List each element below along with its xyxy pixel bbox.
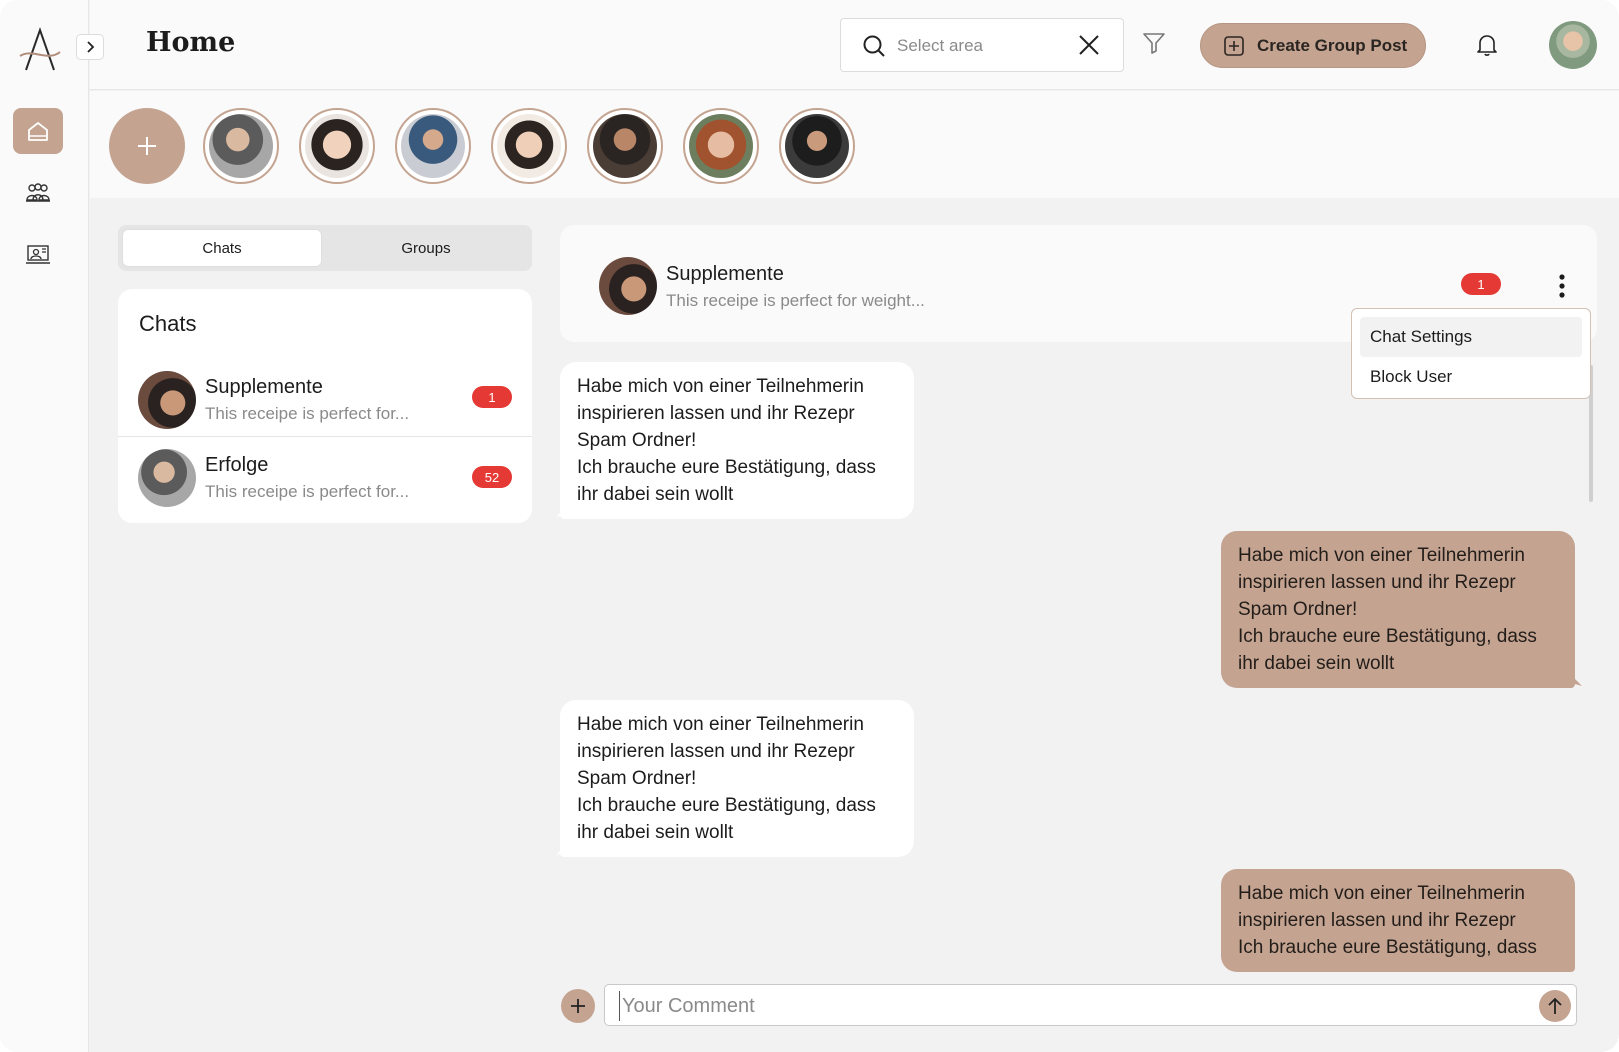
tab-groups[interactable]: Groups bbox=[326, 229, 526, 267]
menu-item-chat-settings[interactable]: Chat Settings bbox=[1360, 317, 1582, 357]
conversation-preview: This receipe is perfect for weight... bbox=[666, 291, 925, 310]
chat-name: Supplemente bbox=[205, 376, 323, 398]
area-search[interactable] bbox=[840, 18, 1124, 72]
kebab-icon[interactable] bbox=[1557, 273, 1567, 299]
close-icon[interactable] bbox=[1078, 34, 1100, 56]
comment-input[interactable] bbox=[619, 991, 1499, 1021]
add-story-button[interactable] bbox=[109, 108, 185, 184]
expand-sidebar-button[interactable] bbox=[76, 34, 104, 60]
chat-list-title: Chats bbox=[139, 311, 197, 336]
bubble-tail bbox=[556, 503, 570, 517]
message-line: inspirieren lassen und ihr Rezepr bbox=[577, 741, 855, 762]
story-avatar[interactable] bbox=[587, 108, 663, 184]
message-line: Ich brauche eure Bestätigung, dass bbox=[1238, 626, 1537, 647]
message-line: ihr dabei sein wollt bbox=[1238, 653, 1395, 674]
message-line: ihr dabei sein wollt bbox=[577, 484, 734, 505]
conversation-name: Supplemente bbox=[666, 263, 784, 285]
story-avatar[interactable] bbox=[683, 108, 759, 184]
message-incoming: Habe mich von einer Teilnehmerin inspiri… bbox=[560, 700, 914, 857]
bubble-tail bbox=[1568, 672, 1582, 686]
user-avatar[interactable] bbox=[1549, 21, 1597, 69]
bubble-tail bbox=[556, 841, 570, 855]
stories-bar bbox=[90, 91, 1619, 198]
tab-chats[interactable]: Chats bbox=[122, 229, 322, 267]
story-avatar[interactable] bbox=[299, 108, 375, 184]
chat-list-panel: Chats Supplemente This receipe is perfec… bbox=[118, 289, 532, 523]
message-line: Ich brauche eure Bestätigung, dass bbox=[577, 457, 876, 478]
message-line: Spam Ordner! bbox=[577, 430, 697, 451]
search-icon bbox=[863, 35, 885, 57]
message-line: inspirieren lassen und ihr Rezepr bbox=[577, 403, 855, 424]
message-line: Habe mich von einer Teilnehmerin bbox=[1238, 883, 1525, 904]
message-outgoing: Habe mich von einer Teilnehmerin inspiri… bbox=[1221, 869, 1575, 972]
attach-button[interactable] bbox=[561, 989, 595, 1023]
message-line: Habe mich von einer Teilnehmerin bbox=[577, 376, 864, 397]
send-button[interactable] bbox=[1539, 990, 1571, 1022]
story-avatar[interactable] bbox=[779, 108, 855, 184]
message-line: Ich brauche eure Bestätigung, dass bbox=[1238, 937, 1537, 958]
chat-options-menu: Chat Settings Block User bbox=[1351, 308, 1591, 399]
create-group-post-label: Create Group Post bbox=[1257, 35, 1408, 55]
plus-icon bbox=[571, 999, 585, 1013]
menu-item-block-user[interactable]: Block User bbox=[1360, 357, 1582, 397]
nav-home[interactable] bbox=[13, 108, 63, 154]
chat-avatar bbox=[138, 449, 196, 507]
unread-badge: 52 bbox=[472, 466, 512, 488]
message-incoming: Habe mich von einer Teilnehmerin inspiri… bbox=[560, 362, 914, 519]
sidebar bbox=[0, 0, 89, 1052]
chat-preview: This receipe is perfect for... bbox=[205, 482, 410, 501]
message-line: inspirieren lassen und ihr Rezepr bbox=[1238, 572, 1516, 593]
bell-icon[interactable] bbox=[1476, 33, 1498, 57]
chat-list-item[interactable]: Supplemente This receipe is perfect for.… bbox=[118, 359, 532, 437]
profile-board-icon bbox=[26, 245, 50, 264]
create-group-post-button[interactable]: Create Group Post bbox=[1200, 23, 1426, 68]
message-outgoing: Habe mich von einer Teilnehmerin inspiri… bbox=[1221, 531, 1575, 688]
story-avatar[interactable] bbox=[395, 108, 471, 184]
comment-composer bbox=[604, 984, 1577, 1026]
chat-avatar bbox=[138, 371, 196, 429]
home-icon bbox=[28, 122, 48, 141]
chevron-right-icon bbox=[87, 41, 95, 53]
story-avatar[interactable] bbox=[203, 108, 279, 184]
message-line: inspirieren lassen und ihr Rezepr bbox=[1238, 910, 1516, 931]
chat-tabs: Chats Groups bbox=[118, 225, 532, 271]
message-line: Habe mich von einer Teilnehmerin bbox=[577, 714, 864, 735]
plus-square-icon bbox=[1224, 35, 1244, 56]
page-title: Home bbox=[146, 27, 236, 58]
message-line: Ich brauche eure Bestätigung, dass bbox=[577, 795, 876, 816]
message-line: ihr dabei sein wollt bbox=[577, 822, 734, 843]
logo-a-icon[interactable] bbox=[16, 24, 64, 76]
plus-icon bbox=[138, 137, 156, 155]
nav-community[interactable] bbox=[13, 170, 63, 216]
filter-icon[interactable] bbox=[1142, 32, 1166, 54]
area-search-input[interactable] bbox=[897, 31, 1067, 61]
chat-preview: This receipe is perfect for... bbox=[205, 404, 410, 423]
chat-name: Erfolge bbox=[205, 454, 269, 476]
top-header: Home Create Group Post bbox=[90, 0, 1619, 90]
chat-list-item[interactable]: Erfolge This receipe is perfect for... 5… bbox=[118, 437, 532, 515]
arrow-up-icon bbox=[1548, 997, 1562, 1014]
conversation-avatar bbox=[599, 257, 657, 315]
community-icon bbox=[26, 183, 50, 202]
unread-badge: 1 bbox=[472, 386, 512, 408]
message-line: Habe mich von einer Teilnehmerin bbox=[1238, 545, 1525, 566]
message-line: Spam Ordner! bbox=[577, 768, 697, 789]
unread-badge: 1 bbox=[1461, 273, 1501, 295]
app-window: Home Create Group Post bbox=[0, 0, 1619, 1052]
nav-profile-board[interactable] bbox=[13, 232, 63, 278]
story-avatar[interactable] bbox=[491, 108, 567, 184]
message-line: Spam Ordner! bbox=[1238, 599, 1358, 620]
